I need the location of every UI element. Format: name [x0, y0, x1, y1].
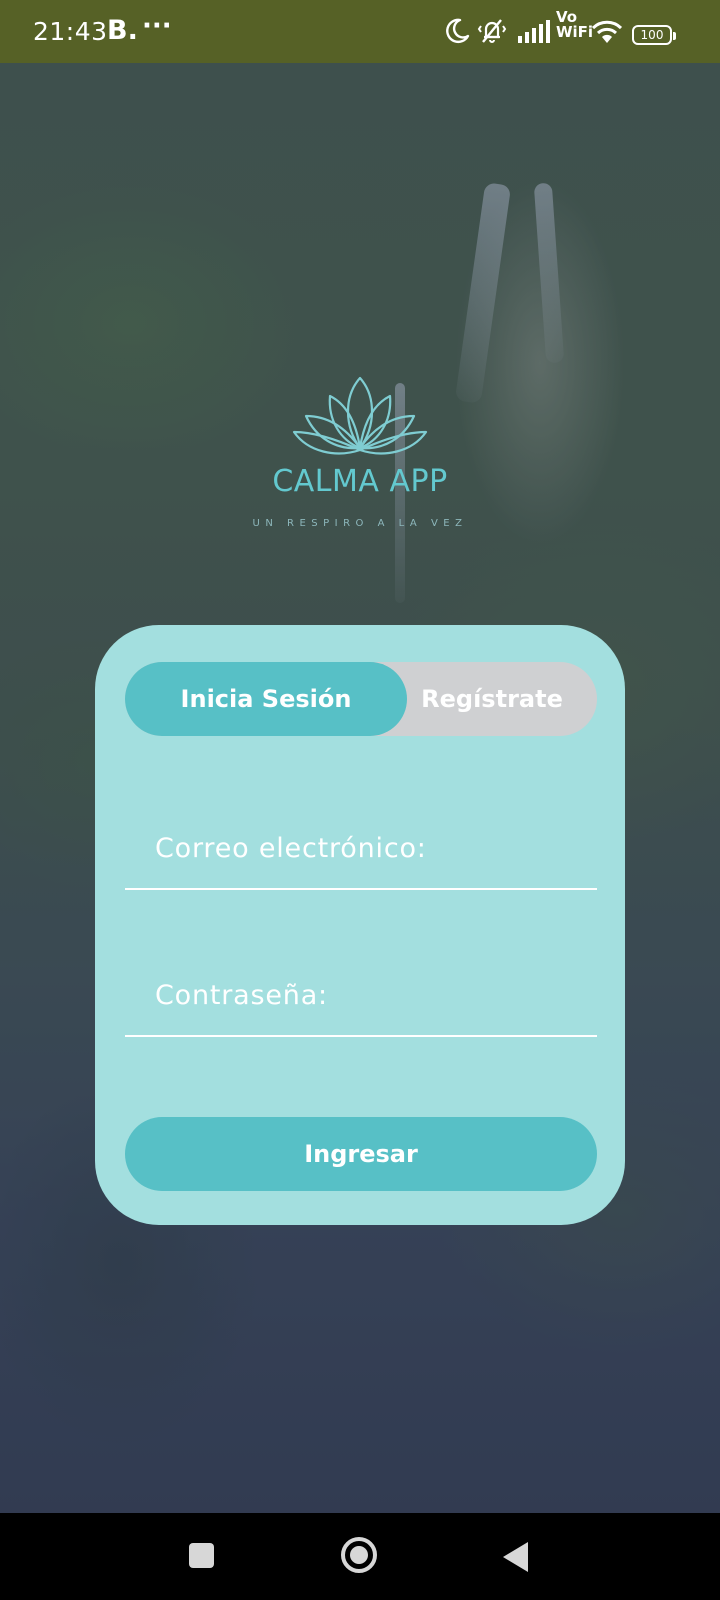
tab-register[interactable]: Regístrate [407, 662, 577, 736]
email-input[interactable] [125, 808, 597, 888]
back-icon[interactable] [503, 1542, 528, 1572]
battery-icon: 100 [632, 25, 676, 45]
email-field [125, 808, 597, 890]
vowifi-line2: WiFi [556, 23, 594, 41]
wifi-icon [592, 20, 622, 43]
status-time: 21:43 [33, 17, 108, 46]
screen: 21:43 B. ··· Vo WiFi 100 CALMA APP UN RE… [0, 0, 720, 1600]
auth-tab-toggle: Inicia Sesión Regístrate [125, 662, 597, 736]
muted-bell-icon [477, 19, 507, 43]
navigation-bar [0, 1513, 720, 1600]
app-name: CALMA APP [272, 464, 448, 499]
home-icon[interactable] [341, 1537, 377, 1573]
login-button[interactable]: Ingresar [125, 1117, 597, 1191]
lotus-icon [292, 376, 428, 455]
signal-icon [518, 20, 550, 43]
login-card: Inicia Sesión Regístrate Ingresar [95, 625, 625, 1225]
recents-icon[interactable] [189, 1543, 214, 1568]
password-input[interactable] [125, 955, 597, 1035]
more-notifications-icon: ··· [142, 11, 172, 41]
moon-icon [446, 18, 470, 43]
notification-app-icon: B. [107, 15, 138, 46]
app-logo: CALMA APP UN RESPIRO A LA VEZ [240, 370, 480, 540]
vowifi-icon: Vo WiFi [556, 10, 593, 40]
tab-login[interactable]: Inicia Sesión [125, 662, 407, 736]
status-bar: 21:43 B. ··· Vo WiFi 100 [0, 0, 720, 63]
password-field [125, 955, 597, 1037]
app-tagline: UN RESPIRO A LA VEZ [252, 518, 468, 529]
